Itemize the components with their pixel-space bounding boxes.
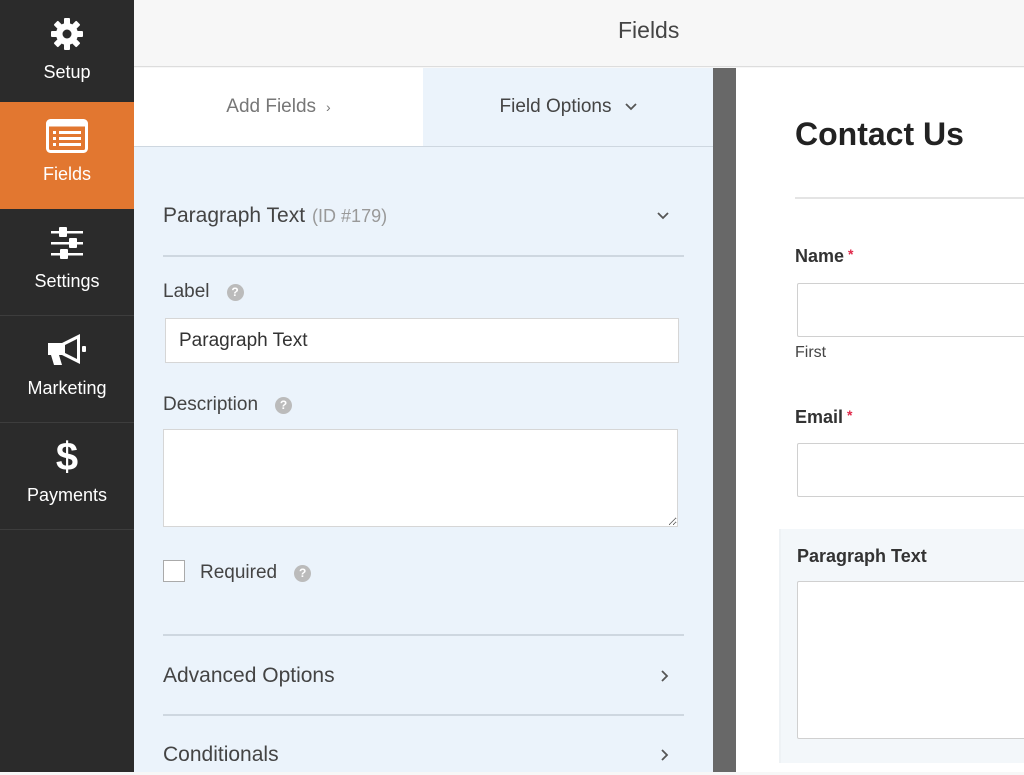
panel-tabs: Add Fields › Field Options — [134, 68, 713, 147]
top-bar: Fields — [134, 0, 1024, 67]
sidebar-item-marketing[interactable]: Marketing — [0, 316, 134, 423]
field-section-header[interactable]: Paragraph Text (ID #179) — [163, 196, 683, 236]
email-input[interactable] — [797, 443, 1024, 497]
required-label: Required ? — [200, 562, 312, 584]
sidebar-item-label: Fields — [42, 164, 91, 184]
field-id: (ID #179) — [312, 205, 388, 226]
tab-label: Add Fields — [226, 96, 317, 117]
divider — [163, 255, 684, 257]
label-input[interactable] — [165, 318, 679, 363]
name-field-label: Name * — [795, 246, 853, 267]
sidebar-item-label: Payments — [26, 485, 108, 505]
label-text: Name — [795, 246, 845, 266]
description-text: Description — [163, 394, 259, 415]
sidebar-item-settings[interactable]: Settings — [0, 209, 134, 316]
chevron-right-icon: › — [326, 99, 331, 115]
description-textarea[interactable] — [163, 429, 678, 527]
required-text: Required — [200, 562, 278, 583]
chevron-right-icon — [661, 749, 669, 761]
name-first-input[interactable] — [797, 283, 1024, 337]
name-first-sublabel: First — [795, 344, 827, 361]
required-asterisk: * — [848, 246, 854, 262]
required-checkbox[interactable] — [163, 560, 185, 582]
help-icon[interactable]: ? — [294, 564, 312, 582]
conditionals-header[interactable]: Conditionals — [163, 735, 683, 775]
form-preview: Contact Us Name * First Email * Paragraph … — [736, 68, 1024, 772]
sidebar-item-setup[interactable]: Setup — [0, 0, 134, 107]
sidebar-item-payments[interactable]: $ Payments — [0, 423, 134, 530]
divider — [795, 197, 1024, 199]
field-name: Paragraph Text — [163, 204, 306, 227]
tab-add-fields[interactable]: Add Fields › — [134, 68, 423, 146]
chevron-down-icon — [657, 212, 669, 220]
label-text: Label — [163, 281, 210, 302]
form-title: Contact Us — [795, 116, 964, 152]
field-options-panel: Add Fields › Field Options Paragraph Tex… — [134, 68, 713, 772]
section-label: Advanced Options — [163, 664, 335, 687]
panel-splitter[interactable] — [713, 68, 736, 772]
help-icon[interactable]: ? — [275, 396, 293, 414]
divider — [163, 714, 684, 716]
sidebar-item-label: Settings — [34, 271, 100, 291]
gear-icon — [0, 14, 134, 54]
help-icon[interactable]: ? — [226, 283, 244, 301]
sidebar-item-label: Setup — [43, 62, 91, 82]
paragraph-field-block[interactable]: Paragraph Text — [779, 529, 1024, 763]
label-field-label: Label ? — [163, 281, 244, 303]
chevron-right-icon — [661, 670, 669, 682]
divider — [163, 634, 684, 636]
sidebar-item-fields[interactable]: Fields — [0, 102, 134, 209]
dollar-icon: $ — [55, 434, 79, 479]
list-icon — [0, 116, 134, 156]
required-asterisk: * — [847, 407, 853, 423]
sidebar-item-label: Marketing — [27, 378, 107, 398]
tab-field-options[interactable]: Field Options — [424, 68, 713, 146]
paragraph-field-label: Paragraph Text — [797, 546, 927, 566]
section-label: Conditionals — [163, 743, 279, 766]
paragraph-textarea[interactable] — [797, 581, 1024, 739]
description-field-label: Description ? — [163, 394, 293, 416]
sliders-icon — [0, 223, 134, 263]
megaphone-icon — [0, 330, 134, 370]
builder-sidebar: Setup Fields Settings Marketing $ Paymen… — [0, 0, 134, 772]
label-text: Email — [795, 407, 844, 427]
chevron-down-icon — [625, 103, 638, 111]
tab-label: Field Options — [499, 96, 612, 117]
email-field-label: Email * — [795, 407, 852, 428]
page-title: Fields — [618, 17, 680, 43]
advanced-options-header[interactable]: Advanced Options — [163, 656, 683, 696]
